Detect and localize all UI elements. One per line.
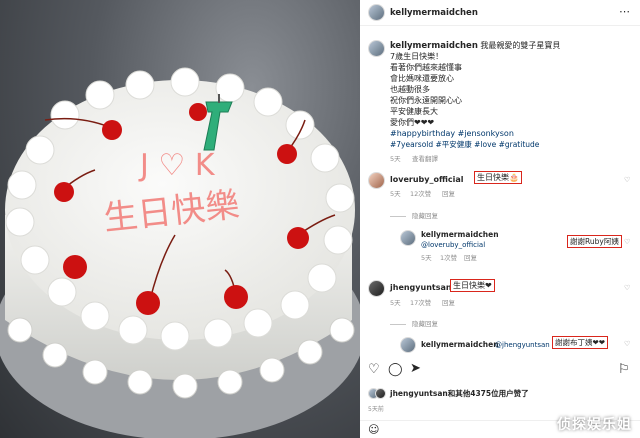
comment-text-jhengyuntsan: 生日快樂❤	[450, 279, 495, 292]
reply-avatar[interactable]	[400, 337, 416, 353]
caption-translate-link[interactable]: 查看翻譯	[412, 153, 438, 163]
comment-reply-button[interactable]: 回复	[442, 188, 455, 198]
watermark-text: 侦探娱乐姐	[557, 417, 632, 433]
comment-username-jhengyuntsan[interactable]: jhengyuntsan	[390, 283, 452, 292]
caption-line-4: 會比媽咪還要放心	[390, 74, 454, 83]
like-heart-icon[interactable]: ♡	[624, 238, 630, 246]
post-header: kellymermaidchen ⋯	[360, 0, 640, 26]
comment-likes[interactable]: 12次赞	[410, 188, 431, 198]
likes-summary[interactable]: jhengyuntsan和其他4375位用户赞了	[390, 388, 529, 399]
author-avatar[interactable]	[368, 4, 385, 21]
caption-time: 5天	[390, 155, 401, 163]
cake-image: J ♡ K 生日快樂	[0, 67, 360, 438]
caption-line-7: 平安健康長大	[390, 107, 438, 116]
more-options-icon[interactable]: ⋯	[619, 5, 630, 18]
comment-text-loveruby: 生日快樂🎂	[474, 171, 522, 184]
caption-text-1: 我最親愛的雙子星寶貝	[480, 41, 561, 50]
like-heart-icon[interactable]: ♡	[624, 176, 630, 184]
comment-likes[interactable]: 17次赞	[410, 297, 431, 307]
post-sidebar: kellymermaidchen ⋯ kellymermaidchen 我最親愛…	[360, 0, 640, 438]
emoji-icon[interactable]: ☺	[368, 423, 379, 436]
caption-hashtags-1[interactable]: #happybirthday #jensonkyson	[390, 128, 514, 139]
cake-text-top: J ♡ K	[138, 148, 216, 183]
reply-text: 謝謝布丁姨❤❤	[552, 336, 609, 349]
caption-hashtags-2[interactable]: #7yearsold #平安健康 #love #gratitude	[390, 139, 539, 150]
hide-replies-button[interactable]: 隐藏回复	[390, 318, 438, 328]
caption-username[interactable]: kellymermaidchen	[390, 41, 478, 51]
comment-avatar-jhengyuntsan[interactable]	[368, 280, 385, 297]
comment-avatar-loveruby[interactable]	[368, 172, 385, 189]
caption-avatar[interactable]	[368, 40, 385, 57]
caption-line-8: 愛你們❤❤❤	[390, 118, 435, 127]
reply-time: 5天	[421, 254, 432, 262]
like-icon[interactable]: ♡	[368, 362, 380, 377]
comment-time: 5天	[390, 190, 401, 198]
reply-avatar[interactable]	[400, 230, 416, 246]
hide-replies-button[interactable]: 隐藏回复	[390, 210, 438, 220]
reply-mention[interactable]: @jhengyuntsan	[495, 340, 550, 351]
save-icon[interactable]: ⚐	[618, 362, 630, 377]
comment-time: 5天	[390, 299, 401, 307]
comment-reply-button[interactable]: 回复	[442, 297, 455, 307]
like-heart-icon[interactable]: ♡	[624, 284, 630, 292]
caption-line-6: 祝你們永遠開開心心	[390, 96, 462, 105]
reply-reply-button[interactable]: 回复	[464, 252, 477, 262]
caption-line-2: 7歲生日快樂！	[390, 52, 444, 61]
reply-mention[interactable]: @loveruby_official	[421, 240, 485, 251]
like-heart-icon[interactable]: ♡	[624, 340, 630, 348]
liker-avatar[interactable]	[375, 388, 386, 399]
post-age: 5天前	[368, 406, 384, 413]
reply-likes[interactable]: 1次赞	[440, 252, 457, 262]
reply-username[interactable]: kellymermaidchen	[421, 340, 499, 349]
caption-line-5: 也越動很多	[390, 85, 430, 94]
caption-line-3: 看著你們越來越懂事	[390, 63, 462, 72]
comment-icon[interactable]: ◯	[388, 362, 403, 377]
share-icon[interactable]: ➤	[410, 361, 421, 376]
reply-username[interactable]: kellymermaidchen	[421, 230, 499, 239]
reply-text: 謝謝Ruby阿姨	[567, 235, 622, 248]
action-bar: ♡ ◯ ➤ ⚐	[360, 360, 640, 380]
comment-username-loveruby[interactable]: loveruby_official	[390, 175, 464, 184]
author-username[interactable]: kellymermaidchen	[390, 8, 478, 18]
post-photo[interactable]: J ♡ K 生日快樂	[0, 0, 360, 438]
